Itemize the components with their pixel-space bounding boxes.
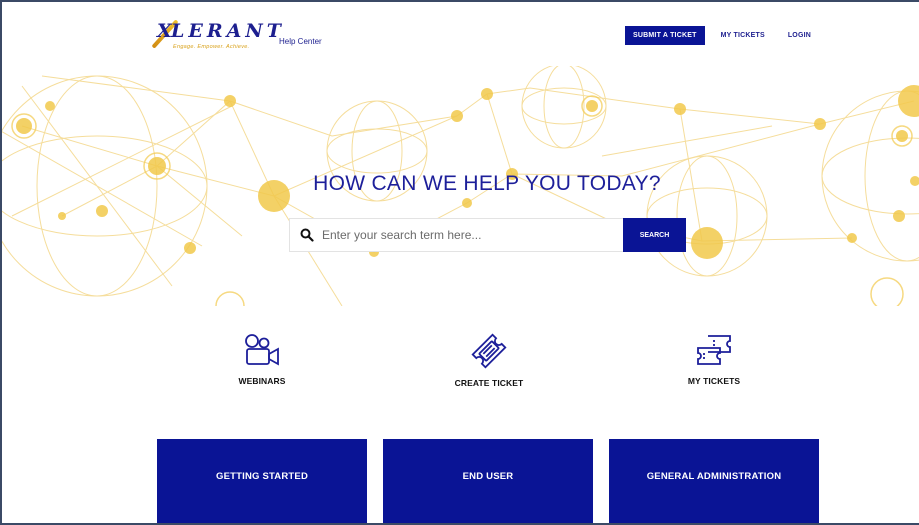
page-frame: X LERANT Engage. Empower. Achieve. Help … bbox=[0, 0, 919, 525]
category-getting-started[interactable]: GETTING STARTED bbox=[157, 439, 367, 523]
search-bar: SEARCH bbox=[289, 218, 686, 252]
tickets-icon bbox=[697, 335, 731, 365]
quick-link-label: CREATE TICKET bbox=[454, 378, 524, 388]
category-general-administration[interactable]: GENERAL ADMINISTRATION bbox=[609, 439, 819, 523]
login-link[interactable]: LOGIN bbox=[788, 32, 811, 39]
ticket-icon bbox=[471, 333, 507, 369]
quick-link-my-tickets[interactable]: MY TICKETS bbox=[644, 332, 784, 386]
logo-text: LERANT bbox=[171, 20, 285, 42]
search-box[interactable] bbox=[289, 218, 623, 252]
submit-ticket-button[interactable]: SUBMIT A TICKET bbox=[625, 26, 705, 45]
quick-link-label: MY TICKETS bbox=[687, 376, 741, 386]
my-tickets-link[interactable]: MY TICKETS bbox=[721, 32, 765, 39]
logo-tagline: Engage. Empower. Achieve. bbox=[173, 44, 250, 50]
category-end-user[interactable]: END USER bbox=[383, 439, 593, 523]
hero-title: HOW CAN WE HELP YOU TODAY? bbox=[313, 172, 661, 195]
quick-link-create-ticket[interactable]: CREATE TICKET bbox=[419, 332, 559, 388]
quick-links: WEBINARS CREATE TICKET MY TICKETS bbox=[2, 332, 919, 402]
search-button[interactable]: SEARCH bbox=[623, 218, 686, 252]
search-icon bbox=[300, 228, 314, 242]
search-input[interactable] bbox=[322, 228, 602, 242]
quick-link-label: WEBINARS bbox=[238, 376, 286, 386]
top-nav: SUBMIT A TICKET MY TICKETS LOGIN bbox=[625, 26, 811, 45]
xlerant-logo[interactable]: X LERANT Engage. Empower. Achieve. bbox=[151, 16, 281, 56]
quick-link-webinars[interactable]: WEBINARS bbox=[192, 332, 332, 386]
site-header: X LERANT Engage. Empower. Achieve. Help … bbox=[2, 2, 919, 66]
help-center-label: Help Center bbox=[279, 37, 322, 46]
video-camera-icon bbox=[245, 334, 279, 366]
hero-banner: HOW CAN WE HELP YOU TODAY? SEARCH bbox=[2, 66, 919, 306]
logo-x: X bbox=[157, 20, 172, 42]
